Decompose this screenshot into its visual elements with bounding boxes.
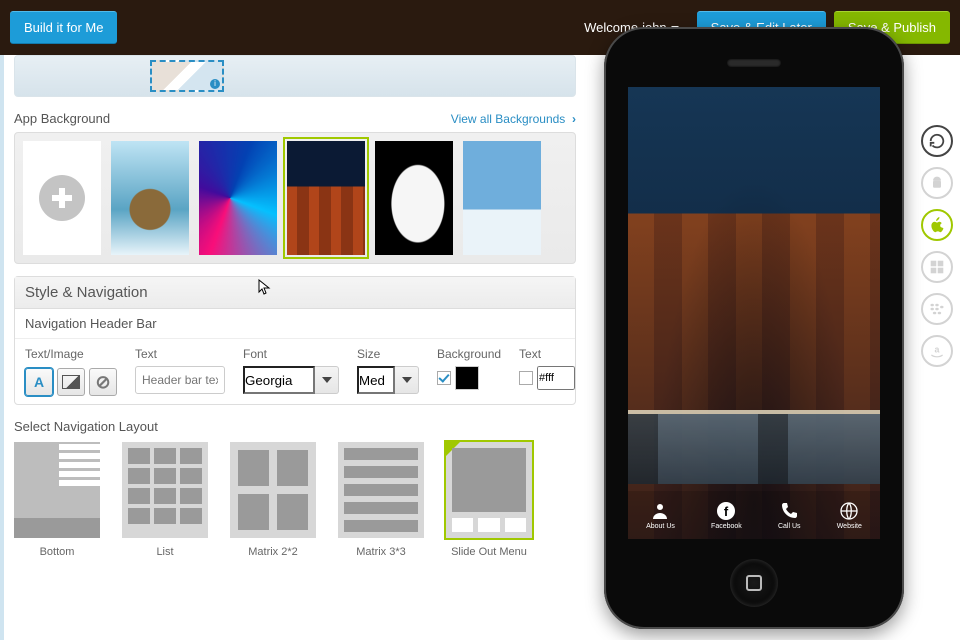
- text-image-label: Text/Image: [25, 347, 117, 361]
- globe-icon: [839, 501, 859, 521]
- panel-header: Style & Navigation: [15, 277, 575, 309]
- screen-thumbnail-selected[interactable]: i: [150, 60, 224, 92]
- preview-tabbar: About Us f Facebook Call Us Website: [628, 491, 880, 539]
- layout-label: List: [156, 546, 173, 558]
- tab-call-us[interactable]: Call Us: [778, 501, 801, 530]
- header-mode-text-button[interactable]: A: [25, 368, 53, 396]
- background-color-swatch[interactable]: [455, 366, 479, 390]
- background-label: Background: [437, 347, 501, 361]
- background-checkbox[interactable]: [437, 371, 451, 385]
- background-tile[interactable]: [199, 141, 277, 255]
- facebook-icon: f: [716, 501, 736, 521]
- header-bar-text-input[interactable]: [135, 366, 225, 394]
- background-tile[interactable]: [111, 141, 189, 255]
- phone-screen: About Us f Facebook Call Us Website: [628, 87, 880, 539]
- chevron-right-icon: ›: [569, 112, 576, 126]
- layout-label: Bottom: [40, 546, 75, 558]
- size-value: [357, 366, 395, 394]
- chevron-down-icon: [315, 366, 339, 394]
- layout-label: Matrix 2*2: [248, 546, 298, 558]
- layout-label: Slide Out Menu: [451, 546, 527, 558]
- font-label: Font: [243, 347, 339, 361]
- layout-matrix-3x3[interactable]: [338, 442, 424, 538]
- font-select[interactable]: [243, 366, 339, 394]
- background-tile[interactable]: [375, 141, 453, 255]
- navigation-layout-title: Select Navigation Layout: [14, 419, 576, 434]
- svg-text:f: f: [724, 504, 729, 519]
- home-button[interactable]: [730, 559, 778, 607]
- tab-label: Call Us: [778, 523, 801, 530]
- refresh-button[interactable]: [921, 125, 953, 157]
- blackberry-button[interactable]: [921, 293, 953, 325]
- svg-text:a: a: [935, 345, 940, 355]
- tab-label: About Us: [646, 523, 675, 530]
- tab-label: Website: [837, 523, 862, 530]
- header-mode-none-button[interactable]: ⊘: [89, 368, 117, 396]
- size-label: Size: [357, 347, 419, 361]
- font-value: [243, 366, 315, 394]
- person-icon: [650, 501, 670, 521]
- layout-bottom[interactable]: [14, 442, 100, 538]
- phone-preview: About Us f Facebook Call Us Website: [604, 27, 904, 629]
- info-icon: i: [210, 79, 220, 89]
- textcolor-checkbox[interactable]: [519, 371, 533, 385]
- layout-matrix-2x2[interactable]: [230, 442, 316, 538]
- background-tiles: [14, 132, 576, 264]
- tab-label: Facebook: [711, 523, 742, 530]
- screen-thumbnails-row: i: [14, 55, 576, 97]
- tab-about-us[interactable]: About Us: [646, 501, 675, 530]
- layout-slide-out-menu[interactable]: [446, 442, 532, 538]
- preview-background: [628, 87, 880, 539]
- navigation-layout-section: Select Navigation Layout Bottom List: [14, 419, 576, 558]
- background-tile-selected[interactable]: [287, 141, 365, 255]
- navigation-header-bar-label: Navigation Header Bar: [15, 309, 575, 339]
- phone-icon: [779, 501, 799, 521]
- device-switcher: a: [914, 125, 960, 367]
- size-select[interactable]: [357, 366, 419, 394]
- phone-speaker: [727, 59, 781, 67]
- textcolor-label: Text: [519, 347, 575, 361]
- page-border: [0, 55, 4, 640]
- layout-label: Matrix 3*3: [356, 546, 406, 558]
- build-it-for-me-button[interactable]: Build it for Me: [10, 11, 117, 44]
- textcolor-input[interactable]: [537, 366, 575, 390]
- amazon-button[interactable]: a: [921, 335, 953, 367]
- style-navigation-title: Style & Navigation: [25, 284, 565, 301]
- app-background-title: App Background: [14, 111, 110, 126]
- windows-button[interactable]: [921, 251, 953, 283]
- app-background-section: App Background View all Backgrounds ›: [14, 111, 576, 264]
- android-button[interactable]: [921, 167, 953, 199]
- plus-icon: [39, 175, 85, 221]
- view-all-label: View all Backgrounds: [451, 112, 566, 126]
- style-navigation-panel: Style & Navigation Navigation Header Bar…: [14, 276, 576, 405]
- tab-website[interactable]: Website: [837, 501, 862, 530]
- chevron-down-icon: [395, 366, 419, 394]
- layout-list[interactable]: [122, 442, 208, 538]
- tab-facebook[interactable]: f Facebook: [711, 501, 742, 530]
- text-label: Text: [135, 347, 225, 361]
- add-background-button[interactable]: [23, 141, 101, 255]
- header-mode-image-button[interactable]: [57, 368, 85, 396]
- background-tile[interactable]: [463, 141, 541, 255]
- view-all-backgrounds-link[interactable]: View all Backgrounds ›: [451, 112, 576, 126]
- apple-button[interactable]: [921, 209, 953, 241]
